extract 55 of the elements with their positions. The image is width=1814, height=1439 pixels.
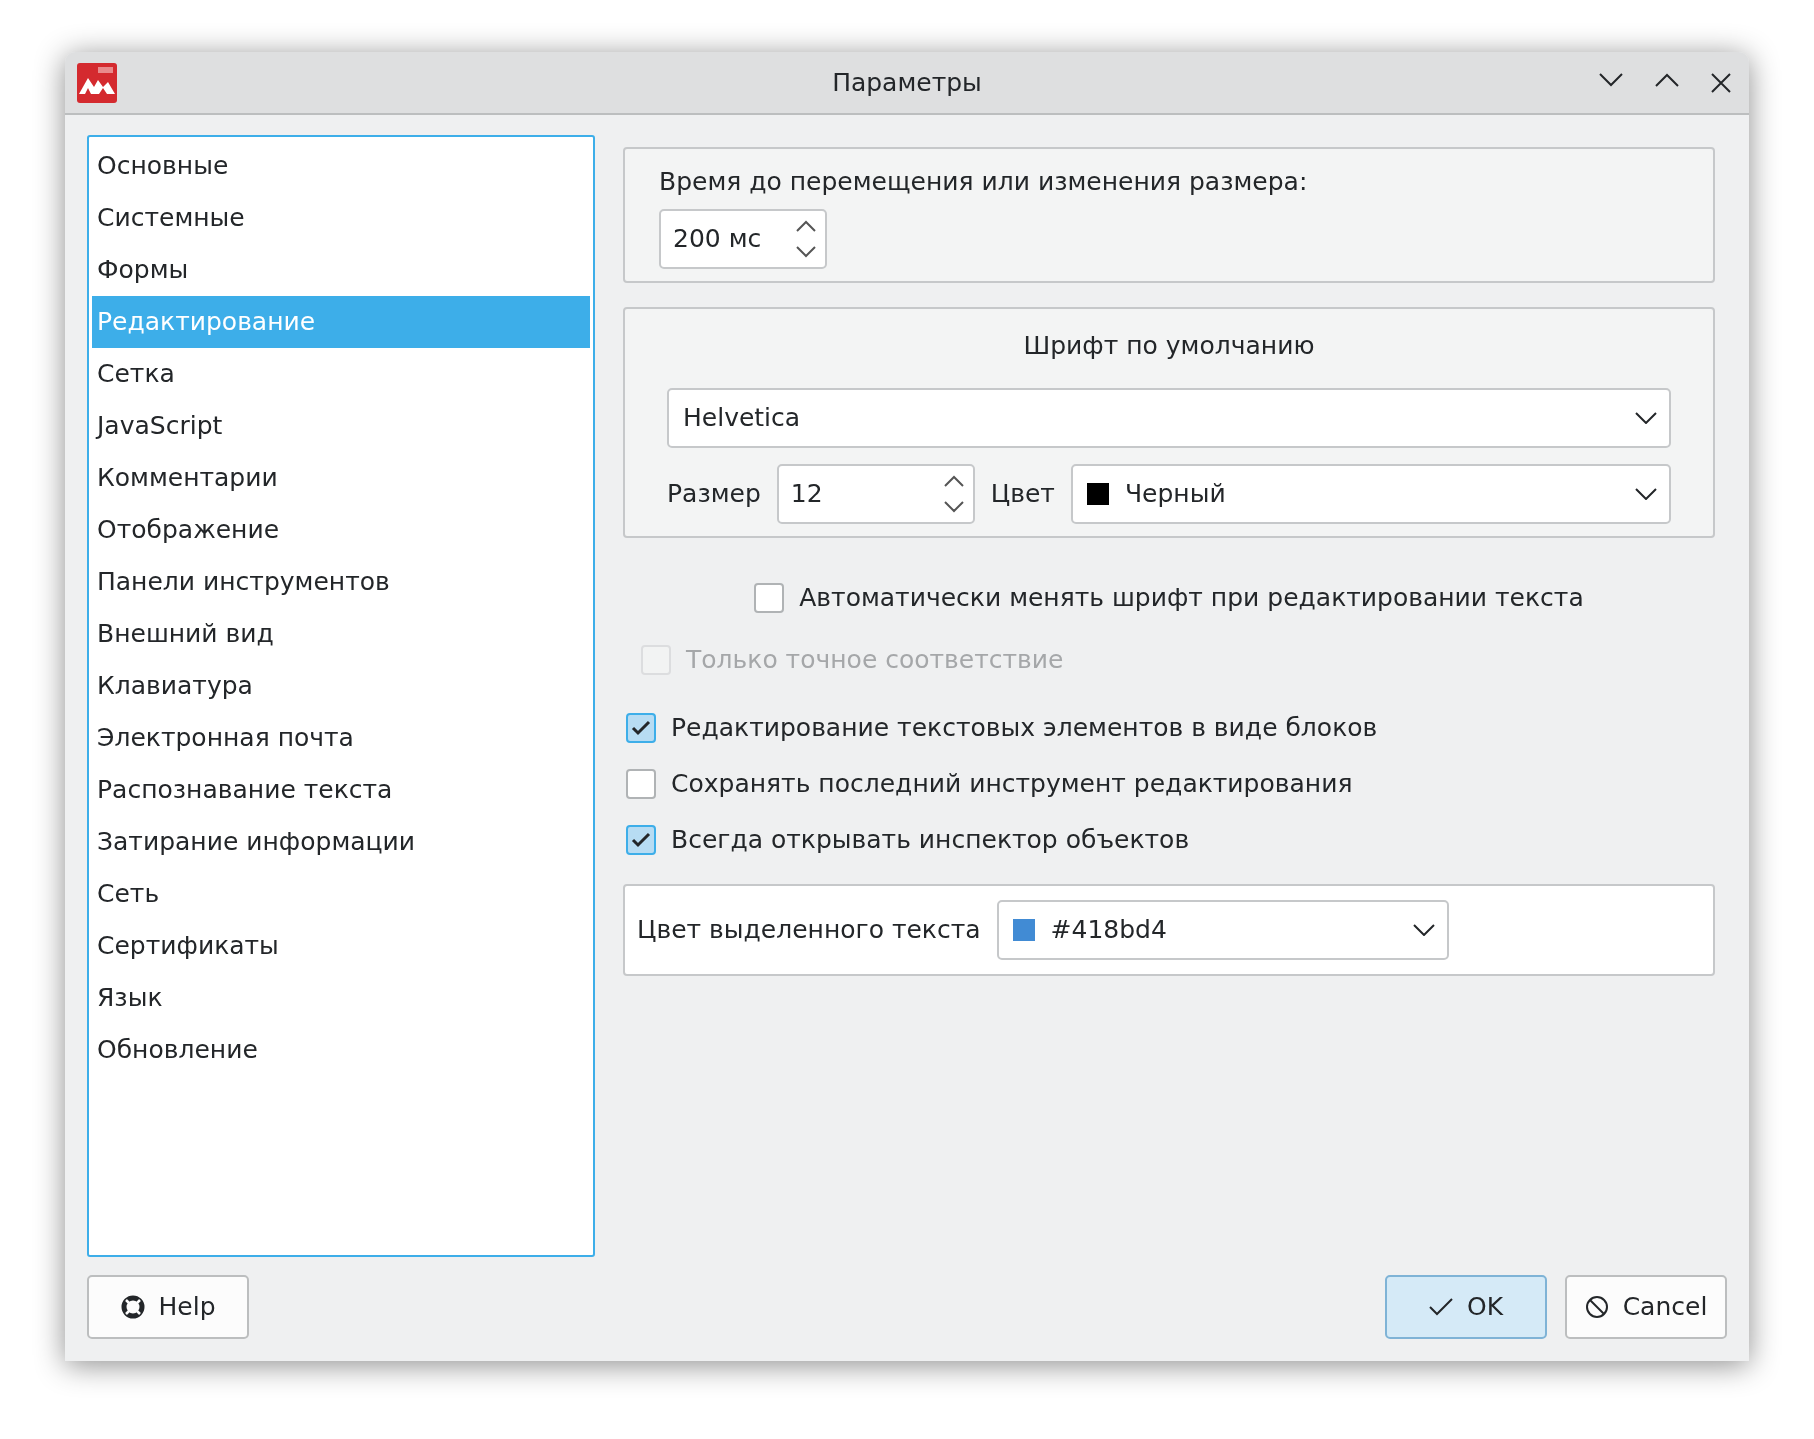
highlight-color-label: Цвет выделенного текста	[637, 914, 981, 947]
sidebar-item[interactable]: Сетка	[92, 348, 590, 400]
sidebar-item[interactable]: Отображение	[92, 504, 590, 556]
sidebar-item[interactable]: Обновление	[92, 1024, 590, 1076]
sidebar-item[interactable]: Внешний вид	[92, 608, 590, 660]
font-color-dropdown[interactable]: Черный	[1070, 464, 1671, 524]
sidebar-item[interactable]: Системные	[92, 192, 590, 244]
chevron-down-icon	[1599, 72, 1623, 87]
chevron-down-icon	[1635, 488, 1657, 500]
checkbox[interactable]	[626, 769, 656, 799]
chevron-down-icon	[1635, 412, 1657, 424]
window-title: Параметры	[832, 66, 982, 99]
group-title: Шрифт по умолчанию	[1022, 329, 1316, 362]
sidebar-item[interactable]: Язык	[92, 972, 590, 1024]
checkbox-label: Сохранять последний инструмент редактирования	[671, 768, 1353, 801]
checkbox[interactable]	[754, 583, 785, 613]
checkbox[interactable]	[626, 825, 656, 855]
color-swatch-icon	[1012, 919, 1035, 941]
cancel-button[interactable]: Cancel	[1565, 1275, 1727, 1339]
spin-arrows-icon	[795, 218, 817, 259]
checkbox-label: Редактирование текстовых элементов в виде блоков	[671, 712, 1378, 745]
color-label: Цвет	[990, 478, 1055, 511]
sidebar-item[interactable]: Формы	[92, 244, 590, 296]
sidebar-item[interactable]: Сертификаты	[92, 920, 590, 972]
checkmark-icon	[631, 832, 651, 848]
delay-label: Время до перемещения или изменения размера:	[659, 166, 1309, 198]
checkmark-icon	[631, 720, 651, 736]
size-label: Размер	[667, 478, 761, 511]
size-spinbox[interactable]: 12	[776, 464, 975, 524]
checkbox-label: Только точное соответствие	[686, 644, 1064, 677]
sidebar-item[interactable]: Распознавание текста	[92, 764, 590, 816]
prohibited-icon	[1584, 1295, 1609, 1319]
ok-button[interactable]: OK	[1385, 1275, 1547, 1339]
font-family-dropdown[interactable]: Helvetica	[667, 388, 1671, 448]
sidebar-item[interactable]: Электронная почта	[92, 712, 590, 764]
delay-spinbox[interactable]: 200 мс	[659, 208, 827, 269]
checkbox-label: Всегда открывать инспектор объектов	[671, 824, 1190, 857]
checkbox-label: Автоматически менять шрифт при редактировании текста	[799, 582, 1584, 615]
sidebar-item[interactable]: JavaScript	[92, 400, 590, 452]
highlight-color-dropdown[interactable]: #418bd4	[996, 900, 1449, 960]
checkmark-icon	[1428, 1298, 1453, 1316]
sidebar-item[interactable]: Панели инструментов	[92, 556, 590, 608]
chevron-up-icon	[1655, 72, 1679, 87]
sidebar-item[interactable]: Клавиатура	[92, 660, 590, 712]
spin-arrows-icon	[942, 474, 965, 514]
sidebar-item[interactable]: Основные	[92, 140, 590, 192]
help-button[interactable]: Help	[87, 1275, 249, 1339]
checkbox[interactable]	[626, 713, 656, 743]
sidebar-item[interactable]: Сеть	[92, 868, 590, 920]
sidebar-item[interactable]: Комментарии	[92, 452, 590, 504]
app-logo-icon	[77, 62, 117, 103]
chevron-down-icon	[1412, 924, 1435, 936]
color-swatch-icon	[1086, 483, 1109, 505]
sidebar-item[interactable]: Затирание информации	[92, 816, 590, 868]
lifebuoy-icon	[120, 1295, 145, 1319]
